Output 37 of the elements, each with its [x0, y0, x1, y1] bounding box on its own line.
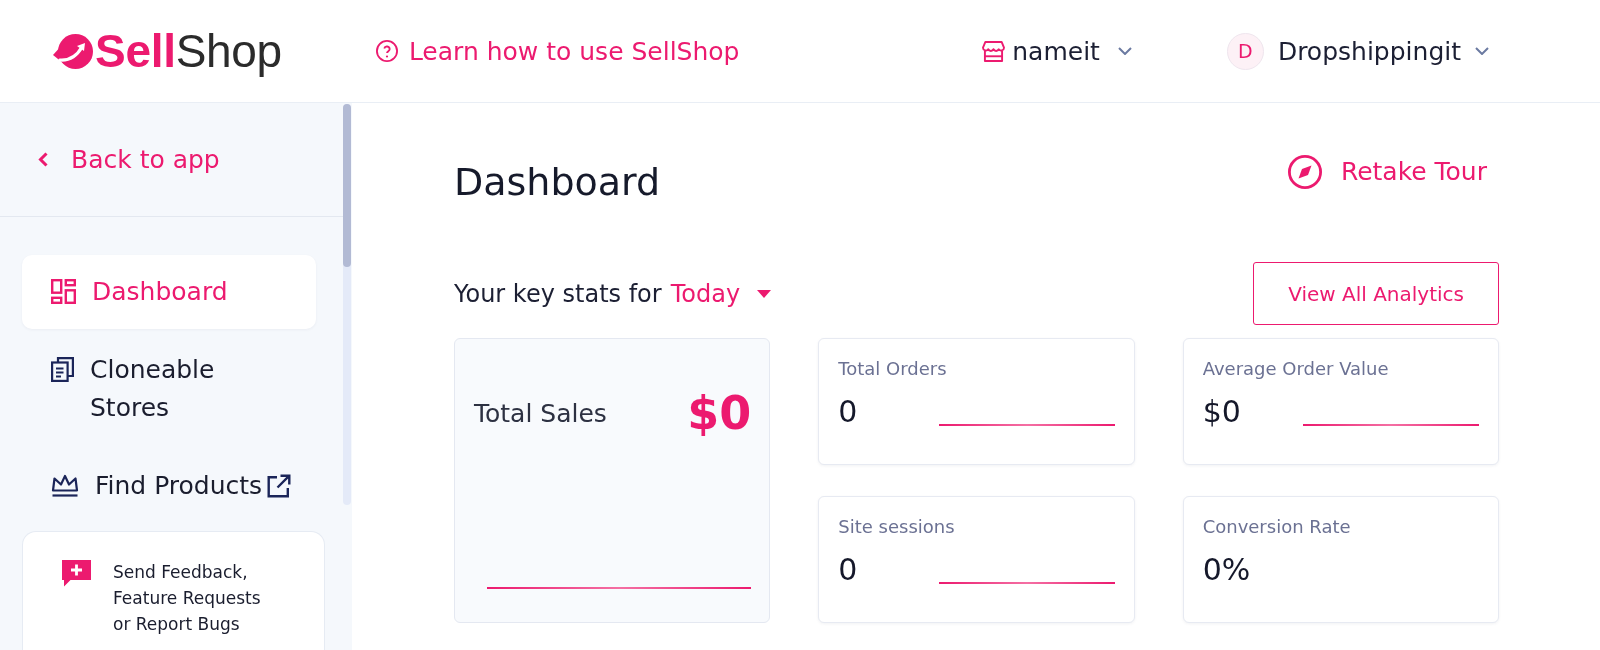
stat-value: $0	[687, 385, 752, 441]
nav-item[interactable]: Dashboard	[22, 255, 316, 329]
help-icon	[375, 40, 398, 62]
store-selector[interactable]: nameit	[982, 36, 1132, 66]
stat-label: Total Sales	[474, 398, 607, 428]
chat-plus-icon	[62, 560, 91, 587]
stat-value: 0	[838, 394, 858, 430]
period-dropdown[interactable]: Today	[670, 279, 772, 308]
chevron-left-icon	[38, 152, 48, 167]
view-analytics-button[interactable]: View All Analytics	[1253, 262, 1499, 325]
caret-icon	[757, 289, 772, 298]
user-avatar: D	[1226, 32, 1264, 70]
grid-icon	[51, 279, 76, 304]
stat-label: Site sessions	[838, 516, 955, 537]
documents-icon	[51, 357, 74, 382]
back-link[interactable]: Back to app	[38, 145, 220, 174]
compass-icon	[1287, 155, 1322, 189]
stat-value: 0	[838, 552, 858, 588]
stats-label: Your key stats for	[454, 279, 662, 308]
chevron-down-icon	[1117, 47, 1132, 55]
scrollbar-thumb[interactable]	[343, 104, 351, 267]
retake-tour-button[interactable]: Retake Tour	[1287, 150, 1487, 194]
stat-value: 0%	[1202, 552, 1251, 588]
nav-item[interactable]: Find Products	[22, 449, 316, 523]
page-title: Dashboard	[454, 159, 661, 206]
logo-icon	[53, 33, 93, 69]
crown-icon	[51, 473, 79, 497]
help-link[interactable]: Learn how to use SellShop	[375, 36, 740, 66]
nav-item[interactable]: Cloneable Stores	[22, 333, 316, 445]
stat-label: Average Order Value	[1202, 358, 1389, 379]
stat-label: Conversion Rate	[1202, 516, 1351, 537]
feedback-button[interactable]: Send Feedback, Feature Requests or Report Bugs	[22, 531, 325, 650]
chevron-down-icon	[1475, 47, 1489, 55]
store-icon	[982, 40, 1006, 62]
stat-label: Total Orders	[838, 358, 947, 379]
account-menu[interactable]: D Dropshippingit	[1226, 32, 1489, 70]
stat-value: $0	[1202, 394, 1241, 430]
